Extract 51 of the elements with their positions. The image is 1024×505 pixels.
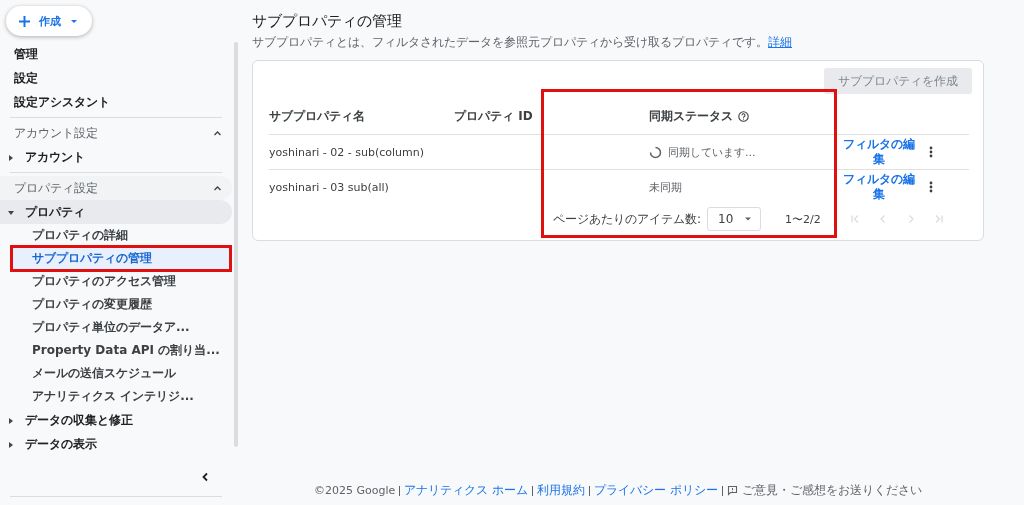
collapse-button[interactable] (200, 472, 210, 482)
page-size-label: ページあたりのアイテム数: (553, 210, 702, 228)
copyright-text: ©2025 Google (314, 484, 396, 497)
table-cell: 未同期 (649, 179, 682, 195)
more-icon[interactable] (929, 181, 933, 193)
create-button[interactable]: 作成 (6, 6, 92, 36)
nav-item[interactable]: アナリティクス インテリジ... (0, 385, 232, 408)
column-header: プロパティ ID (454, 107, 533, 125)
spinner-icon (649, 145, 662, 159)
column-header: 同期ステータス (649, 107, 733, 125)
caret-icon (6, 152, 15, 162)
tree-item[interactable]: データの収集と修正 (0, 408, 232, 432)
table-cell: 同期しています... (668, 144, 756, 160)
nav-item[interactable]: 設定 (0, 66, 232, 90)
chevron-icon (213, 183, 222, 193)
page-description: サブプロパティとは、フィルタされたデータを参照元プロパティから受け取るプロパティです。詳細 (252, 34, 793, 51)
column-header: サブプロパティ名 (269, 107, 365, 125)
nav-item[interactable]: 管理 (0, 42, 232, 66)
section-header[interactable]: アカウント設定 (0, 121, 232, 145)
help-icon[interactable] (738, 110, 749, 122)
caret-icon (6, 439, 15, 449)
page-range: 1〜2/2 (785, 211, 821, 227)
table-cell: yoshinari - 03 sub(all) (269, 180, 389, 194)
table-cell: yoshinari - 02 - sub(column) (269, 145, 424, 159)
footer-link[interactable]: アナリティクス ホーム (404, 482, 529, 499)
tree-item[interactable]: アカウント (0, 145, 232, 169)
tree-item[interactable]: プロパティ (0, 200, 232, 224)
page-size-select[interactable]: 10 (707, 207, 762, 231)
page-title: サブプロパティの管理 (252, 12, 403, 31)
caret-icon (6, 415, 15, 425)
section-header[interactable]: プロパティ設定 (0, 176, 232, 200)
nav-item[interactable]: プロパティの変更履歴 (0, 293, 232, 316)
tree-item[interactable]: データの表示 (0, 432, 232, 456)
nav-item[interactable]: メールの送信スケジュール (0, 362, 232, 385)
more-icon[interactable] (929, 146, 933, 158)
nav-item[interactable]: サブプロパティの管理 (10, 245, 232, 272)
feedback-icon[interactable] (726, 485, 738, 496)
nav-item[interactable]: プロパティのアクセス管理 (0, 270, 232, 293)
caret-icon (744, 215, 753, 223)
edit-filter-link[interactable]: フィルタの編集 (839, 137, 919, 167)
nav-item[interactable]: プロパティ単位のデータア... (0, 316, 232, 339)
footer-link[interactable]: プライバシー ポリシー (594, 482, 718, 499)
feedback-link[interactable]: ご意見・ご感想をお送りください (741, 482, 922, 499)
edit-filter-link[interactable]: フィルタの編集 (839, 172, 919, 202)
nav-item[interactable]: プロパティの詳細 (0, 224, 232, 247)
learn-more-link[interactable]: 詳細 (768, 35, 792, 49)
plus-icon (18, 14, 31, 28)
nav-item[interactable]: Property Data API の割り当... (0, 339, 232, 362)
nav-item[interactable]: 設定アシスタント (0, 90, 232, 114)
chevron-icon (213, 128, 222, 138)
footer-link[interactable]: 利用規約 (537, 482, 586, 499)
